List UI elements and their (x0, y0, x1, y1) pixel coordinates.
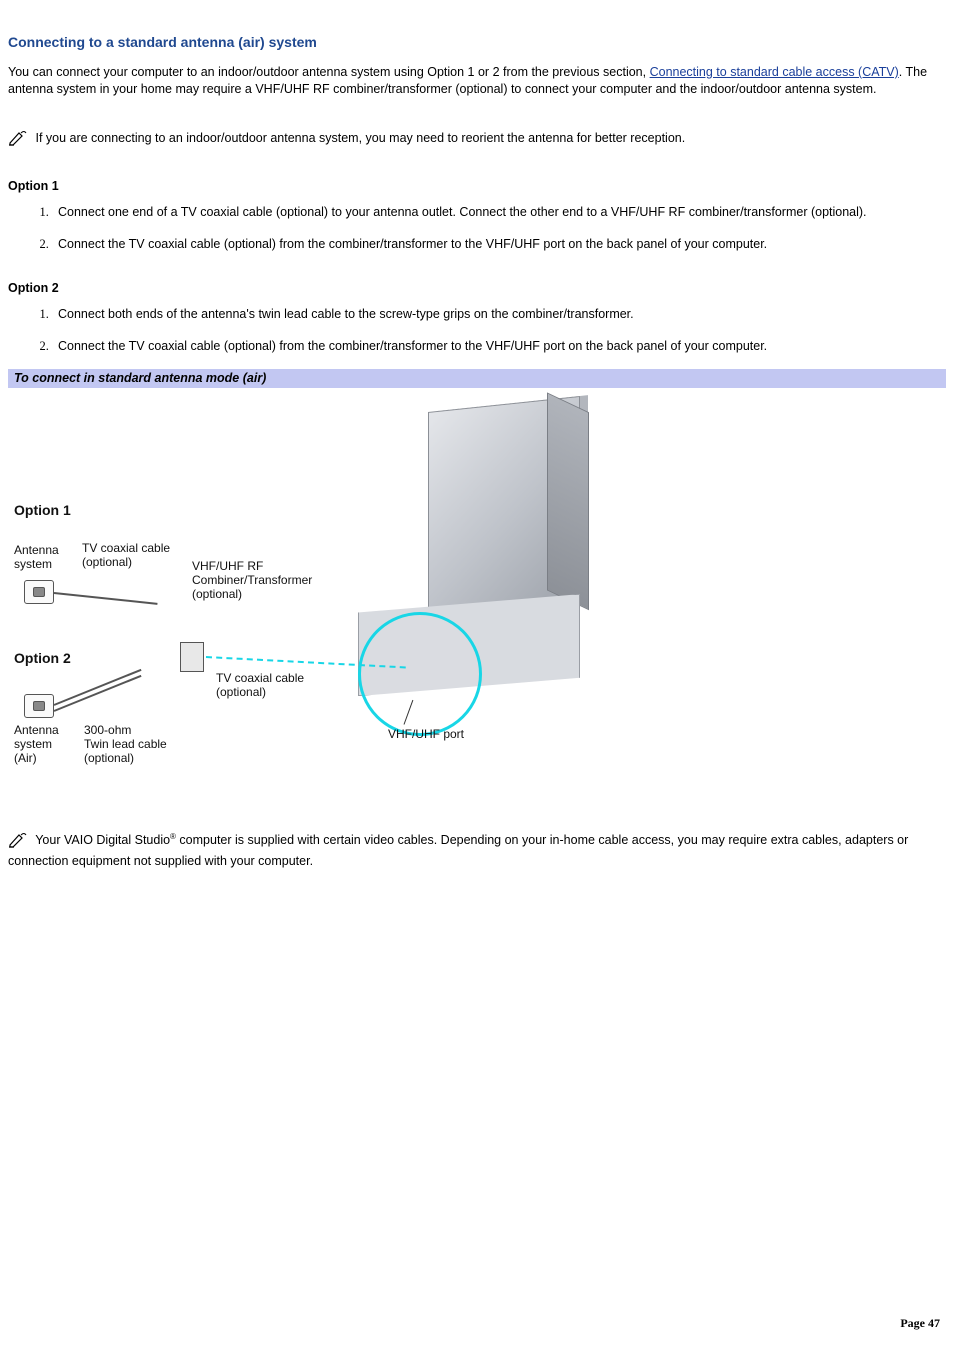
note-reorient: If you are connecting to an indoor/outdo… (8, 130, 946, 151)
option2-step-2: Connect the TV coaxial cable (optional) … (52, 337, 946, 355)
catv-link[interactable]: Connecting to standard cable access (CAT… (650, 65, 899, 79)
fig-label-vhf-port: VHF/UHF port (388, 728, 464, 742)
fig-label-combiner: VHF/UHF RF Combiner/Transformer (optiona… (192, 560, 312, 601)
note-cables-pre: Your VAIO Digital Studio (32, 833, 170, 847)
option2-heading: Option 2 (8, 281, 946, 295)
fig-label-twin-lead: 300-ohm Twin lead cable (optional) (84, 724, 167, 765)
page-number: Page 47 (900, 1316, 940, 1331)
wall-outlet-2 (24, 694, 54, 718)
fig-label-tv-coax-1: TV coaxial cable (optional) (82, 542, 170, 570)
intro-paragraph: You can connect your computer to an indo… (8, 64, 946, 98)
note-reorient-text: If you are connecting to an indoor/outdo… (32, 131, 685, 145)
option1-heading: Option 1 (8, 179, 946, 193)
option1-step-1: Connect one end of a TV coaxial cable (o… (52, 203, 946, 221)
figure-diagram: Option 1 Antenna system TV coaxial cable… (8, 394, 628, 794)
option2-step-1: Connect both ends of the antenna's twin … (52, 305, 946, 323)
fig-label-antenna-system-air: Antenna system (Air) (14, 724, 59, 765)
option2-steps: Connect both ends of the antenna's twin … (8, 305, 946, 355)
wall-outlet-1 (24, 580, 54, 604)
note-icon (8, 832, 28, 853)
figure-caption: To connect in standard antenna mode (air… (8, 369, 946, 388)
option1-steps: Connect one end of a TV coaxial cable (o… (8, 203, 946, 253)
option1-step-2: Connect the TV coaxial cable (optional) … (52, 235, 946, 253)
fig-label-antenna-system-1: Antenna system (14, 544, 59, 572)
fig-label-tv-coax-2: TV coaxial cable (optional) (216, 672, 304, 700)
note-icon (8, 130, 28, 151)
note-cables: Your VAIO Digital Studio® computer is su… (8, 832, 946, 870)
fig-label-option2: Option 2 (14, 650, 71, 666)
combiner-box (180, 642, 204, 672)
page-title: Connecting to a standard antenna (air) s… (8, 34, 946, 50)
intro-text-pre: You can connect your computer to an indo… (8, 65, 650, 79)
fig-label-option1: Option 1 (14, 502, 71, 518)
